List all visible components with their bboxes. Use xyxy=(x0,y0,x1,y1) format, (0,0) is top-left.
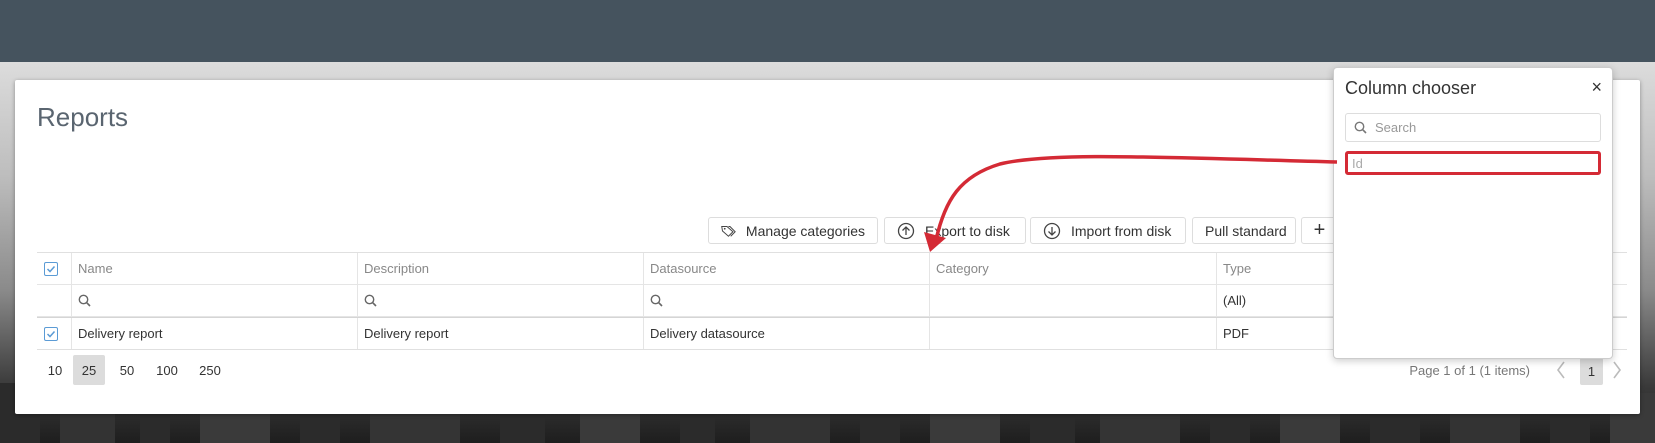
column-header-category[interactable]: Category xyxy=(929,253,1216,284)
chevron-left-icon xyxy=(1557,361,1565,379)
page-number[interactable]: 1 xyxy=(1580,358,1603,385)
column-chooser-search-input[interactable] xyxy=(1373,119,1577,136)
search-icon xyxy=(78,294,91,307)
cell-datasource: Delivery datasource xyxy=(643,318,929,349)
chevron-right-icon xyxy=(1613,361,1621,379)
page-info: Page 1 of 1 (1 items) xyxy=(1409,362,1530,378)
page-size-100[interactable]: 100 xyxy=(149,355,185,385)
download-icon xyxy=(1043,222,1061,239)
check-icon xyxy=(46,330,56,338)
select-all-checkbox[interactable] xyxy=(44,261,58,276)
filter-category[interactable] xyxy=(929,285,1216,316)
export-to-disk-button[interactable]: Export to disk xyxy=(884,217,1026,244)
cell-name: Delivery report xyxy=(71,318,357,349)
search-icon xyxy=(1354,121,1367,134)
tags-icon xyxy=(721,225,736,237)
manage-categories-button[interactable]: Manage categories xyxy=(708,217,878,244)
top-bar xyxy=(0,0,1655,62)
prev-page-button[interactable] xyxy=(1551,355,1571,385)
cell-category xyxy=(929,318,1216,349)
column-chooser-title: Column chooser xyxy=(1345,78,1477,98)
page-size-25[interactable]: 25 xyxy=(73,355,105,385)
filter-spacer xyxy=(37,285,71,316)
filter-datasource[interactable] xyxy=(643,285,929,316)
search-icon xyxy=(364,294,377,307)
page-size-10[interactable]: 10 xyxy=(43,355,67,385)
row-select-cell xyxy=(37,318,71,349)
column-chooser-panel: Column chooser × Id xyxy=(1333,67,1613,359)
manage-categories-label: Manage categories xyxy=(745,222,865,239)
column-chooser-item-id[interactable]: Id xyxy=(1345,151,1601,175)
filter-name[interactable] xyxy=(71,285,357,316)
page-size-50[interactable]: 50 xyxy=(113,355,141,385)
column-header-name[interactable]: Name xyxy=(71,253,357,284)
page-size-250[interactable]: 250 xyxy=(192,355,228,385)
column-chooser-search xyxy=(1345,113,1601,142)
row-checkbox[interactable] xyxy=(44,326,58,341)
column-header-description[interactable]: Description xyxy=(357,253,643,284)
select-all-cell xyxy=(37,253,71,284)
close-icon[interactable]: × xyxy=(1591,78,1602,96)
pager: 10 25 50 100 250 Page 1 of 1 (1 items) 1 xyxy=(37,355,1627,385)
pull-standard-button[interactable]: Pull standard xyxy=(1192,217,1296,244)
pull-standard-label: Pull standard xyxy=(1205,222,1287,239)
page-title: Reports xyxy=(37,102,129,132)
import-from-disk-button[interactable]: Import from disk xyxy=(1030,217,1186,244)
export-to-disk-label: Export to disk xyxy=(925,222,1010,239)
filter-description[interactable] xyxy=(357,285,643,316)
search-icon xyxy=(650,294,663,307)
plus-icon: + xyxy=(1313,219,1326,241)
next-page-button[interactable] xyxy=(1607,355,1627,385)
upload-icon xyxy=(897,222,915,239)
check-icon xyxy=(46,265,56,273)
column-header-datasource[interactable]: Datasource xyxy=(643,253,929,284)
cell-description: Delivery report xyxy=(357,318,643,349)
import-from-disk-label: Import from disk xyxy=(1071,222,1172,239)
